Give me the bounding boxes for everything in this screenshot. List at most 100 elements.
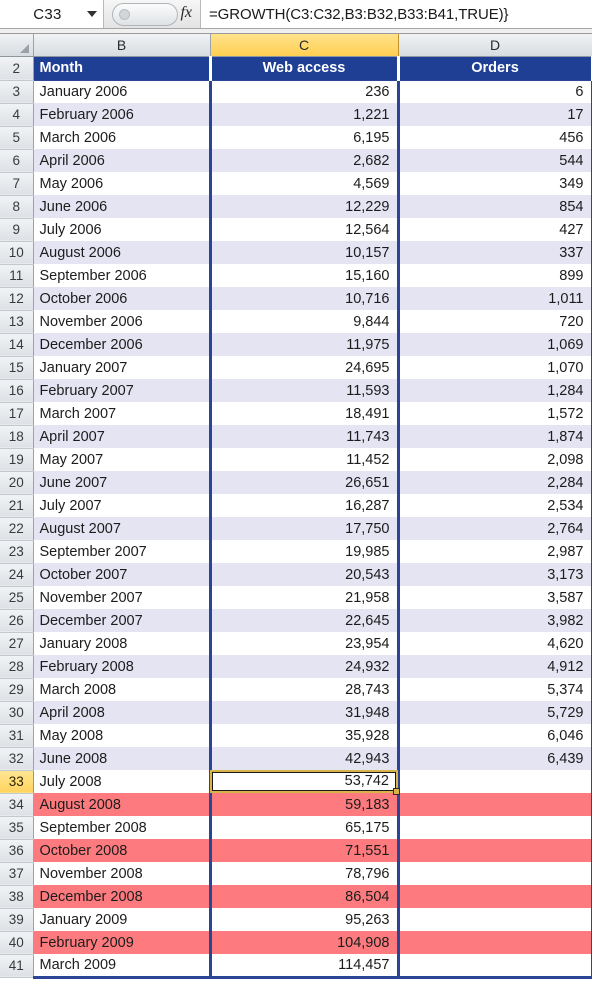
cell-web-access[interactable]: 22,645 <box>208 609 398 632</box>
table-row[interactable]: 16 February 2007 11,593 1,284 <box>0 379 592 403</box>
row-header-11[interactable]: 11 <box>0 264 34 288</box>
cell-month[interactable]: November 2008 <box>33 862 210 885</box>
cell-orders[interactable]: 1,572 <box>396 402 592 425</box>
cell-orders[interactable] <box>396 885 592 908</box>
table-row[interactable]: 19 May 2007 11,452 2,098 <box>0 448 592 472</box>
table-row[interactable]: 35 September 2008 65,175 <box>0 816 592 840</box>
table-row[interactable]: 25 November 2007 21,958 3,587 <box>0 586 592 610</box>
cell-web-access[interactable]: 24,932 <box>208 655 398 678</box>
cell-month[interactable]: September 2006 <box>33 264 210 287</box>
cell-orders[interactable]: 349 <box>396 172 592 195</box>
cell-web-access[interactable]: 10,157 <box>208 241 398 264</box>
row-header-23[interactable]: 23 <box>0 540 34 564</box>
table-row[interactable]: 15 January 2007 24,695 1,070 <box>0 356 592 380</box>
cell-orders[interactable] <box>396 862 592 885</box>
row-header-28[interactable]: 28 <box>0 655 34 679</box>
cell-month[interactable]: October 2008 <box>33 839 210 862</box>
cell-month[interactable]: April 2006 <box>33 149 210 172</box>
table-row[interactable]: 27 January 2008 23,954 4,620 <box>0 632 592 656</box>
row-header-14[interactable]: 14 <box>0 333 34 357</box>
name-box[interactable]: C33 <box>0 0 104 28</box>
row-header-4[interactable]: 4 <box>0 103 34 127</box>
cell-orders[interactable] <box>396 908 592 931</box>
cell-month[interactable]: September 2007 <box>33 540 210 563</box>
cell-orders[interactable] <box>396 793 592 816</box>
cell-orders[interactable] <box>396 931 592 954</box>
cell-web-access[interactable]: 114,457 <box>208 954 398 979</box>
cell-month[interactable]: November 2006 <box>33 310 210 333</box>
cell-web-access[interactable]: 12,564 <box>208 218 398 241</box>
cell-month[interactable]: December 2007 <box>33 609 210 632</box>
table-row[interactable]: 41 March 2009 114,457 <box>0 954 592 979</box>
cell-month[interactable]: December 2006 <box>33 333 210 356</box>
table-row[interactable]: 29 March 2008 28,743 5,374 <box>0 678 592 702</box>
table-row[interactable]: 39 January 2009 95,263 <box>0 908 592 932</box>
cell-month[interactable]: February 2006 <box>33 103 210 126</box>
cell-month[interactable]: May 2006 <box>33 172 210 195</box>
cell-orders[interactable]: 2,284 <box>396 471 592 494</box>
table-row[interactable]: 9 July 2006 12,564 427 <box>0 218 592 242</box>
cell-orders[interactable]: 4,620 <box>396 632 592 655</box>
table-row[interactable]: 23 September 2007 19,985 2,987 <box>0 540 592 564</box>
cell-web-access[interactable]: 35,928 <box>208 724 398 747</box>
cell-month[interactable]: August 2007 <box>33 517 210 540</box>
row-header-26[interactable]: 26 <box>0 609 34 633</box>
cell-month[interactable]: July 2008 <box>33 770 210 793</box>
cell-orders[interactable]: 5,374 <box>396 678 592 701</box>
table-row[interactable]: 32 June 2008 42,943 6,439 <box>0 747 592 771</box>
row-header-27[interactable]: 27 <box>0 632 34 656</box>
table-row[interactable]: 30 April 2008 31,948 5,729 <box>0 701 592 725</box>
cell-orders[interactable]: 3,982 <box>396 609 592 632</box>
cell-orders[interactable]: 337 <box>396 241 592 264</box>
column-header-d[interactable]: D <box>398 34 592 57</box>
cell-orders[interactable]: 1,069 <box>396 333 592 356</box>
row-header-20[interactable]: 20 <box>0 471 34 495</box>
cell-orders[interactable]: 854 <box>396 195 592 218</box>
cell-orders[interactable]: 427 <box>396 218 592 241</box>
column-header-c[interactable]: C <box>209 34 399 57</box>
row-header-2[interactable]: 2 <box>0 56 34 81</box>
row-header-5[interactable]: 5 <box>0 126 34 150</box>
cell-orders[interactable]: 3,173 <box>396 563 592 586</box>
table-row[interactable]: 17 March 2007 18,491 1,572 <box>0 402 592 426</box>
cell-web-access[interactable]: 11,593 <box>208 379 398 402</box>
cell-web-access[interactable]: 31,948 <box>208 701 398 724</box>
table-row[interactable]: 18 April 2007 11,743 1,874 <box>0 425 592 449</box>
row-header-24[interactable]: 24 <box>0 563 34 587</box>
cell-month[interactable]: May 2008 <box>33 724 210 747</box>
cell-web-access[interactable]: 59,183 <box>208 793 398 816</box>
table-row[interactable]: 14 December 2006 11,975 1,069 <box>0 333 592 357</box>
cell-orders[interactable]: 17 <box>396 103 592 126</box>
row-header-25[interactable]: 25 <box>0 586 34 610</box>
cell-web-access[interactable]: 24,695 <box>208 356 398 379</box>
table-row[interactable]: 24 October 2007 20,543 3,173 <box>0 563 592 587</box>
table-row[interactable]: 28 February 2008 24,932 4,912 <box>0 655 592 679</box>
cell-web-access[interactable]: 11,452 <box>208 448 398 471</box>
column-header-b[interactable]: B <box>33 34 211 57</box>
table-row[interactable]: 37 November 2008 78,796 <box>0 862 592 886</box>
cell-month[interactable]: August 2006 <box>33 241 210 264</box>
row-header-38[interactable]: 38 <box>0 885 34 909</box>
cell-orders[interactable]: 5,729 <box>396 701 592 724</box>
cell-orders[interactable]: 720 <box>396 310 592 333</box>
cell-web-access[interactable]: 17,750 <box>208 517 398 540</box>
table-row[interactable]: 34 August 2008 59,183 <box>0 793 592 817</box>
cell-month[interactable]: July 2007 <box>33 494 210 517</box>
cell-month[interactable]: March 2007 <box>33 402 210 425</box>
table-row[interactable]: 6 April 2006 2,682 544 <box>0 149 592 173</box>
cell-month[interactable]: April 2007 <box>33 425 210 448</box>
cell-web-access[interactable]: 11,743 <box>208 425 398 448</box>
cell-month[interactable]: October 2006 <box>33 287 210 310</box>
cell-web-access[interactable]: 23,954 <box>208 632 398 655</box>
cell-orders[interactable]: 1,284 <box>396 379 592 402</box>
table-row[interactable]: 11 September 2006 15,160 899 <box>0 264 592 288</box>
table-row[interactable]: 21 July 2007 16,287 2,534 <box>0 494 592 518</box>
cell-month[interactable]: June 2008 <box>33 747 210 770</box>
formula-input[interactable]: =GROWTH(C3:C32,B3:B32,B33:B41,TRUE)} <box>201 0 592 28</box>
row-header-41[interactable]: 41 <box>0 954 34 978</box>
cell-month[interactable]: September 2008 <box>33 816 210 839</box>
cell-month[interactable]: April 2008 <box>33 701 210 724</box>
chevron-down-icon[interactable] <box>81 11 103 17</box>
cell-web-access[interactable]: 78,796 <box>208 862 398 885</box>
cell-orders[interactable] <box>396 770 592 793</box>
